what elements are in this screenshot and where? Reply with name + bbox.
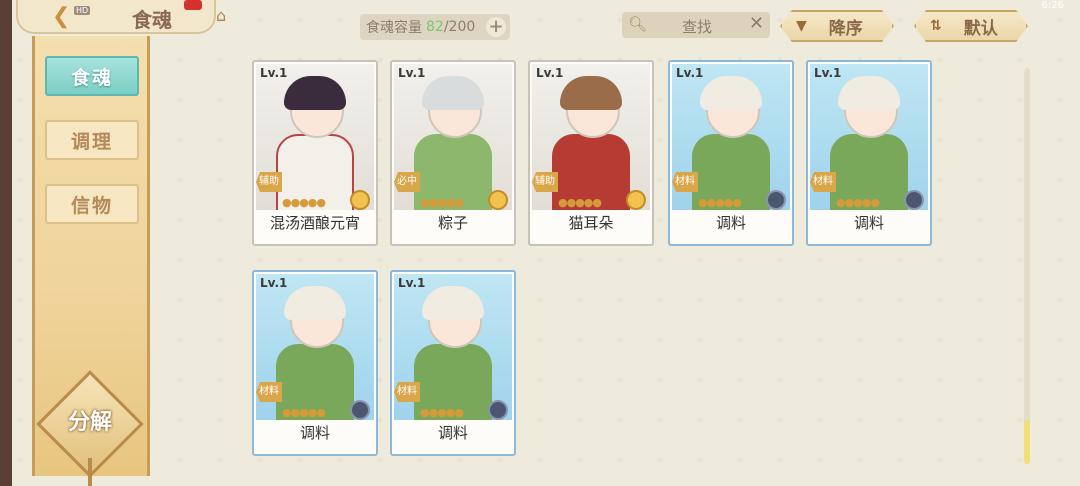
clear-search-icon[interactable]: ✕	[749, 13, 764, 34]
character-portrait: Lv.1 辅助 ●●●●●	[256, 64, 374, 210]
tab-soul[interactable]: 食魂	[45, 56, 139, 96]
search-icon: 🔍︎	[628, 15, 648, 33]
role-badge: 材料	[672, 172, 698, 192]
element-icon	[904, 190, 924, 210]
character-portrait: Lv.1 材料 ●●●●●	[256, 274, 374, 420]
card-name: 调料	[853, 214, 884, 232]
element-icon	[488, 400, 508, 420]
character-portrait: Lv.1 材料 ●●●●●	[394, 274, 512, 420]
role-badge: 必中	[394, 172, 420, 192]
card-level: Lv.1	[260, 276, 288, 290]
card-level: Lv.1	[398, 66, 426, 80]
character-hair	[284, 76, 346, 110]
soul-capacity: 食魂容量 82 /200 +	[360, 14, 510, 40]
soul-card[interactable]: Lv.1 辅助 ●●●●● 混汤酒酿元宵	[252, 60, 378, 246]
default-sort-button[interactable]: ⇅ 默认	[914, 10, 1028, 42]
element-icon	[766, 190, 786, 210]
expand-capacity-button[interactable]: +	[486, 17, 506, 37]
element-icon	[488, 190, 508, 210]
left-frame-edge	[0, 0, 12, 486]
star-rating: ●●●●●	[420, 196, 464, 209]
character-hair	[560, 76, 622, 110]
soul-card[interactable]: Lv.1 材料 ●●●●● 调料	[390, 270, 516, 456]
sort-toggle-icon: ⇅	[930, 18, 942, 34]
star-rating: ●●●●●	[836, 196, 880, 209]
home-icon[interactable]: ⌂	[216, 8, 236, 24]
character-portrait: Lv.1 辅助 ●●●●●	[532, 64, 650, 210]
default-sort-label: 默认	[963, 18, 998, 39]
search-label: 查找	[682, 18, 713, 36]
character-hair	[422, 76, 484, 110]
character-hair	[838, 76, 900, 110]
card-level: Lv.1	[676, 66, 704, 80]
card-name: 混汤酒酿元宵	[269, 214, 360, 232]
notification-badge	[184, 0, 202, 10]
card-level: Lv.1	[398, 276, 426, 290]
card-name: 粽子	[437, 214, 468, 232]
scrollbar-thumb[interactable]	[1024, 420, 1030, 464]
capacity-max: /200	[443, 19, 476, 35]
soul-card[interactable]: Lv.1 材料 ●●●●● 调料	[806, 60, 932, 246]
card-name: 调料	[437, 424, 468, 442]
role-badge: 辅助	[256, 172, 282, 192]
tab-training[interactable]: 调理	[45, 120, 139, 160]
element-icon	[350, 190, 370, 210]
character-portrait: Lv.1 必中 ●●●●●	[394, 64, 512, 210]
status-time: 6:26	[1041, 0, 1064, 11]
element-icon	[350, 400, 370, 420]
tassel-decoration	[88, 458, 92, 486]
star-rating: ●●●●●	[558, 196, 602, 209]
star-rating: ●●●●●	[282, 406, 326, 419]
sort-order-label: 降序	[828, 18, 863, 39]
hd-badge: HD	[74, 6, 91, 15]
sort-order-button[interactable]: ▼ 降序	[780, 10, 894, 42]
character-portrait: Lv.1 材料 ●●●●●	[810, 64, 928, 210]
star-rating: ●●●●●	[698, 196, 742, 209]
soul-card[interactable]: Lv.1 辅助 ●●●●● 猫耳朵	[528, 60, 654, 246]
role-badge: 材料	[394, 382, 420, 402]
star-rating: ●●●●●	[282, 196, 326, 209]
character-hair	[700, 76, 762, 110]
search-bar[interactable]: 🔍︎ 查找 ✕	[622, 12, 770, 38]
card-level: Lv.1	[260, 66, 288, 80]
back-arrow-icon[interactable]: ❮	[52, 6, 74, 28]
soul-card[interactable]: Lv.1 材料 ●●●●● 调料	[252, 270, 378, 456]
role-badge: 材料	[256, 382, 282, 402]
card-name: 调料	[299, 424, 330, 442]
character-hair	[284, 286, 346, 320]
card-name: 调料	[715, 214, 746, 232]
star-rating: ●●●●●	[420, 406, 464, 419]
capacity-current: 82	[426, 19, 444, 35]
character-hair	[422, 286, 484, 320]
decompose-label[interactable]: 分解	[52, 404, 128, 436]
card-name: 猫耳朵	[568, 214, 614, 232]
tab-tokens[interactable]: 信物	[45, 184, 139, 224]
card-level: Lv.1	[536, 66, 564, 80]
character-portrait: Lv.1 材料 ●●●●●	[672, 64, 790, 210]
role-badge: 材料	[810, 172, 836, 192]
scrollbar-track[interactable]	[1024, 68, 1030, 464]
role-badge: 辅助	[532, 172, 558, 192]
card-level: Lv.1	[814, 66, 842, 80]
element-icon	[626, 190, 646, 210]
soul-card[interactable]: Lv.1 材料 ●●●●● 调料	[668, 60, 794, 246]
capacity-label: 食魂容量	[366, 20, 422, 36]
sort-down-icon: ▼	[796, 18, 807, 34]
page-title: 食魂	[132, 8, 172, 32]
soul-card[interactable]: Lv.1 必中 ●●●●● 粽子	[390, 60, 516, 246]
